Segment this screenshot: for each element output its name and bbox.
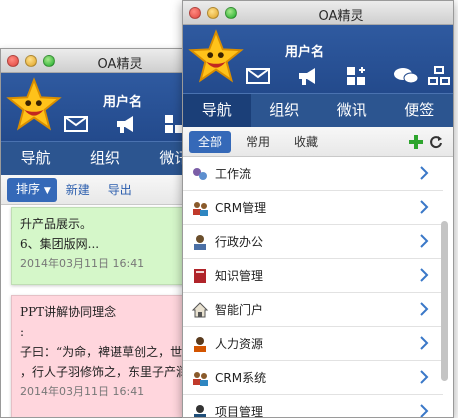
chat-icon[interactable] <box>393 65 419 87</box>
tab-microchat[interactable]: 微讯 <box>318 94 386 127</box>
office-icon <box>194 234 206 250</box>
chevron-right-icon <box>420 336 429 350</box>
filter-favorites[interactable]: 收藏 <box>285 131 327 153</box>
front-titlebar: OA精灵 <box>183 1 453 25</box>
list-item-label: 工作流 <box>215 167 252 181</box>
note-card[interactable]: PPT讲解协同理念 : 子曰：“为命，裨谌草创之，世 ，行人子羽修饰之，东里子产… <box>11 295 209 417</box>
list-item[interactable]: 智能门户 <box>183 293 443 327</box>
list-item[interactable]: CRM管理 <box>183 191 443 225</box>
note-date: 2014年03月11日 16:41 <box>20 385 145 398</box>
tab-nav[interactable]: 导航 <box>1 142 70 175</box>
refresh-icon[interactable] <box>429 135 443 149</box>
list-item[interactable]: CRM系统 <box>183 361 443 395</box>
export-button[interactable]: 导出 <box>99 179 141 201</box>
people-icon <box>193 371 208 386</box>
front-header: 用户名 <box>183 25 453 93</box>
new-button[interactable]: 新建 <box>57 179 99 201</box>
person-icon <box>194 336 206 352</box>
sort-label: 排序 <box>16 181 41 196</box>
menu-list: 工作流 CRM管理 行政办公 知识管理 智能门户 人力资源 CRM系统 项目管理 <box>183 157 443 417</box>
window-title: OA精灵 <box>97 57 143 72</box>
filter-all[interactable]: 全部 <box>189 130 232 153</box>
list-item[interactable]: 人力资源 <box>183 327 443 361</box>
list-item-label: 人力资源 <box>215 337 264 351</box>
tab-notes[interactable]: 便签 <box>386 94 454 127</box>
note-line: : <box>20 325 25 339</box>
front-nav: 导航 组织 微讯 便签 <box>183 93 453 127</box>
list-item[interactable]: 工作流 <box>183 157 443 191</box>
caret-down-icon: ▼ <box>43 185 51 196</box>
mail-icon[interactable] <box>63 113 89 135</box>
mail-icon[interactable] <box>245 65 271 87</box>
add-icon[interactable] <box>409 135 423 149</box>
home-icon <box>191 301 209 317</box>
note-line: 6、集团版网... <box>20 237 100 251</box>
list-item-label: 知识管理 <box>215 269 264 283</box>
back-toolbar: 排序 ▼ 新建 导出 <box>1 175 209 205</box>
list-item-label: CRM管理 <box>215 201 267 215</box>
chevron-right-icon <box>420 268 429 282</box>
username: 用户名 <box>103 95 143 110</box>
window-title: OA精灵 <box>318 9 364 24</box>
book-icon <box>194 268 206 283</box>
list-item-label: 项目管理 <box>215 405 264 417</box>
back-nav: 导航 组织 微讯 <box>1 141 209 175</box>
list-item[interactable]: 项目管理 <box>183 395 443 417</box>
chevron-right-icon <box>420 404 429 417</box>
chevron-right-icon <box>420 200 429 214</box>
project-icon <box>194 404 206 417</box>
sort-button[interactable]: 排序 ▼ <box>7 177 57 202</box>
tab-nav[interactable]: 导航 <box>183 94 251 127</box>
username: 用户名 <box>285 45 325 60</box>
chevron-right-icon <box>420 166 429 180</box>
apps-icon[interactable] <box>345 65 371 87</box>
filter-common[interactable]: 常用 <box>237 131 279 153</box>
note-date: 2014年03月11日 16:41 <box>20 257 145 270</box>
note-line: 子曰：“为命，裨谌草创之，世 <box>20 345 183 359</box>
megaphone-icon[interactable] <box>295 65 321 87</box>
back-window: OA精灵 用户名 导航 组织 微讯 排序 ▼ 新建 导出 升产品展示。 6、集团… <box>0 48 210 418</box>
megaphone-icon[interactable] <box>113 113 139 135</box>
note-line: PPT讲解协同理念 <box>20 305 117 319</box>
list-item[interactable]: 知识管理 <box>183 259 443 293</box>
list-item-label: 行政办公 <box>215 235 264 249</box>
chevron-right-icon <box>420 370 429 384</box>
people-icon <box>193 201 208 216</box>
tab-org[interactable]: 组织 <box>251 94 319 127</box>
note-line: 升产品展示。 <box>20 217 93 231</box>
note-card[interactable]: 升产品展示。 6、集团版网... 2014年03月11日 16:41 <box>11 207 209 285</box>
workflow-icon <box>193 167 207 180</box>
chevron-right-icon <box>420 234 429 248</box>
list-item[interactable]: 行政办公 <box>183 225 443 259</box>
structure-icon[interactable] <box>427 65 453 87</box>
list-item-label: CRM系统 <box>215 371 267 385</box>
scrollbar-thumb[interactable] <box>441 221 448 381</box>
front-window: OA精灵 用户名 导航 组织 微讯 便签 全部 常用 收藏 工作流 CRM管理 … <box>182 0 454 418</box>
tab-org[interactable]: 组织 <box>70 142 139 175</box>
chevron-right-icon <box>420 302 429 316</box>
back-titlebar: OA精灵 <box>1 49 209 73</box>
note-line: ，行人子羽修饰之，东里子产润 <box>20 365 189 379</box>
filter-bar: 全部 常用 收藏 <box>183 127 453 157</box>
back-header: 用户名 <box>1 73 209 141</box>
star-logo-icon <box>6 77 62 131</box>
list-item-label: 智能门户 <box>215 303 264 317</box>
star-logo-icon <box>188 29 244 83</box>
